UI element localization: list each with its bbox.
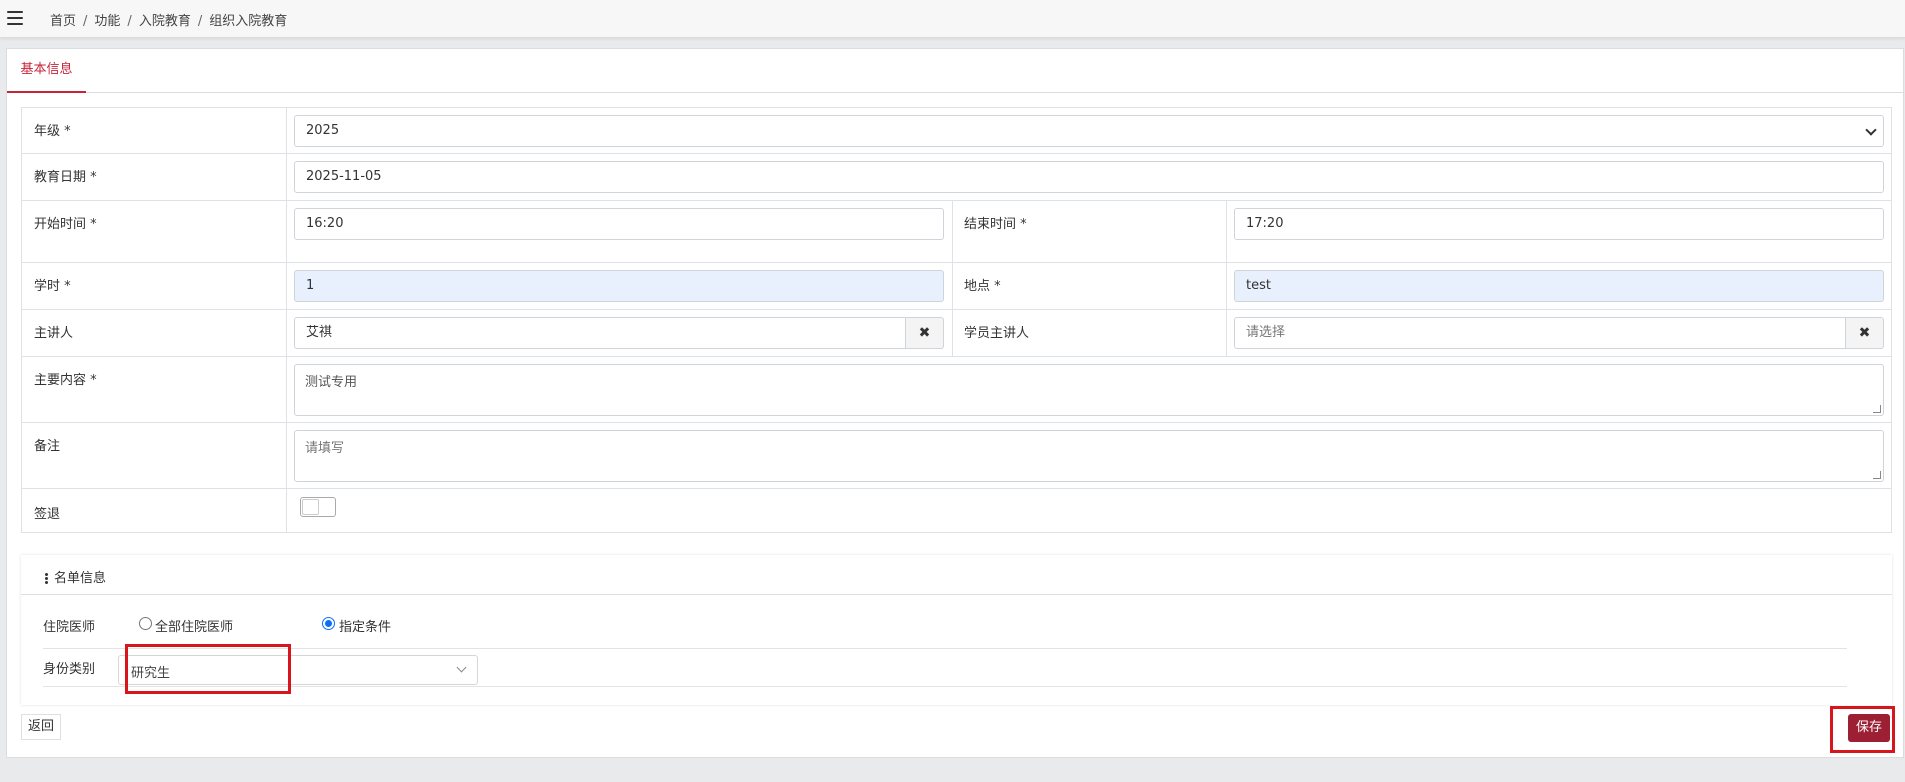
chevron-down-icon (456, 662, 467, 673)
row-edu-date: 教育日期 * 2025-11-05 (21, 154, 1892, 201)
row-main-content: 主要内容 * 测试专用 (21, 357, 1892, 423)
hours-input[interactable]: 1 (294, 270, 944, 302)
speaker-input[interactable]: 艾祺 (294, 317, 906, 349)
breadcrumb-item-current: 组织入院教育 (209, 14, 288, 29)
edu-date-label: 教育日期 * (34, 170, 97, 185)
highlight-box-identity (125, 644, 291, 694)
row-time: 开始时间 * 16:20 结束时间 * 17:20 (21, 201, 1892, 263)
row-speakers: 主讲人 艾祺 ✖ 学员主讲人 请选择 ✖ (21, 310, 1892, 357)
identity-label: 身份类别 (43, 662, 96, 677)
radio-specified-condition-label[interactable]: 指定条件 (339, 616, 391, 635)
main-content-value: 测试专用 (305, 375, 358, 390)
hours-label: 学时 * (34, 279, 71, 294)
breadcrumb-item-function[interactable]: 功能 (94, 14, 120, 29)
main-content-label: 主要内容 * (34, 373, 97, 388)
breadcrumb: 首页 / 功能 / 入院教育 / 组织入院教育 (50, 14, 288, 29)
end-time-input[interactable]: 17:20 (1234, 208, 1884, 240)
toggle-knob (302, 499, 319, 515)
edu-date-input[interactable]: 2025-11-05 (294, 161, 1884, 193)
speaker-label: 主讲人 (34, 326, 74, 341)
signout-toggle[interactable] (300, 497, 336, 517)
row-grade: 年级 * 2025 (21, 107, 1892, 154)
tab-bar: 基本信息 (7, 49, 1903, 93)
back-button[interactable]: 返回 (21, 714, 61, 740)
chevron-down-icon (1865, 124, 1877, 136)
radio-all-residents-label[interactable]: 全部住院医师 (155, 616, 233, 635)
end-time-label: 结束时间 * (964, 217, 1027, 232)
list-info-header: 名单信息 (21, 555, 1892, 595)
breadcrumb-item-home[interactable]: 首页 (50, 14, 76, 29)
highlight-box-save (1830, 706, 1895, 753)
hamburger-menu-icon[interactable] (7, 11, 23, 25)
student-speaker-input[interactable]: 请选择 (1234, 317, 1846, 349)
row-hours-location: 学时 * 1 地点 * test (21, 263, 1892, 310)
resident-label: 住院医师 (43, 620, 96, 635)
row-remark: 备注 请填写 (21, 423, 1892, 489)
remark-placeholder: 请填写 (305, 441, 345, 456)
grade-select[interactable]: 2025 (294, 115, 1884, 147)
radio-specified-condition[interactable] (322, 617, 335, 630)
list-info-title: 名单信息 (54, 571, 107, 586)
resize-grip-icon[interactable] (1873, 471, 1881, 479)
section-title: 名单信息 (45, 567, 106, 586)
student-speaker-clear-icon[interactable]: ✖ (1846, 317, 1884, 349)
speaker-clear-icon[interactable]: ✖ (906, 317, 944, 349)
main-content-textarea[interactable]: 测试专用 (294, 364, 1884, 416)
row-signout: 签退 (21, 489, 1892, 533)
signout-label: 签退 (34, 507, 61, 522)
radio-all-residents[interactable] (139, 617, 152, 630)
student-speaker-label: 学员主讲人 (964, 326, 1030, 341)
location-label: 地点 * (964, 279, 1001, 294)
top-bar: 首页 / 功能 / 入院教育 / 组织入院教育 (0, 0, 1905, 38)
grade-value: 2025 (306, 123, 340, 138)
start-time-input[interactable]: 16:20 (294, 208, 944, 240)
start-time-label: 开始时间 * (34, 217, 97, 232)
resize-grip-icon[interactable] (1873, 405, 1881, 413)
grade-label: 年级 * (34, 124, 71, 139)
location-input[interactable]: test (1234, 270, 1884, 302)
remark-label: 备注 (34, 439, 61, 454)
vertical-dots-icon (45, 572, 48, 585)
remark-textarea[interactable]: 请填写 (294, 430, 1884, 482)
breadcrumb-item-admission-edu[interactable]: 入院教育 (139, 14, 191, 29)
tab-basic-info[interactable]: 基本信息 (7, 49, 86, 93)
